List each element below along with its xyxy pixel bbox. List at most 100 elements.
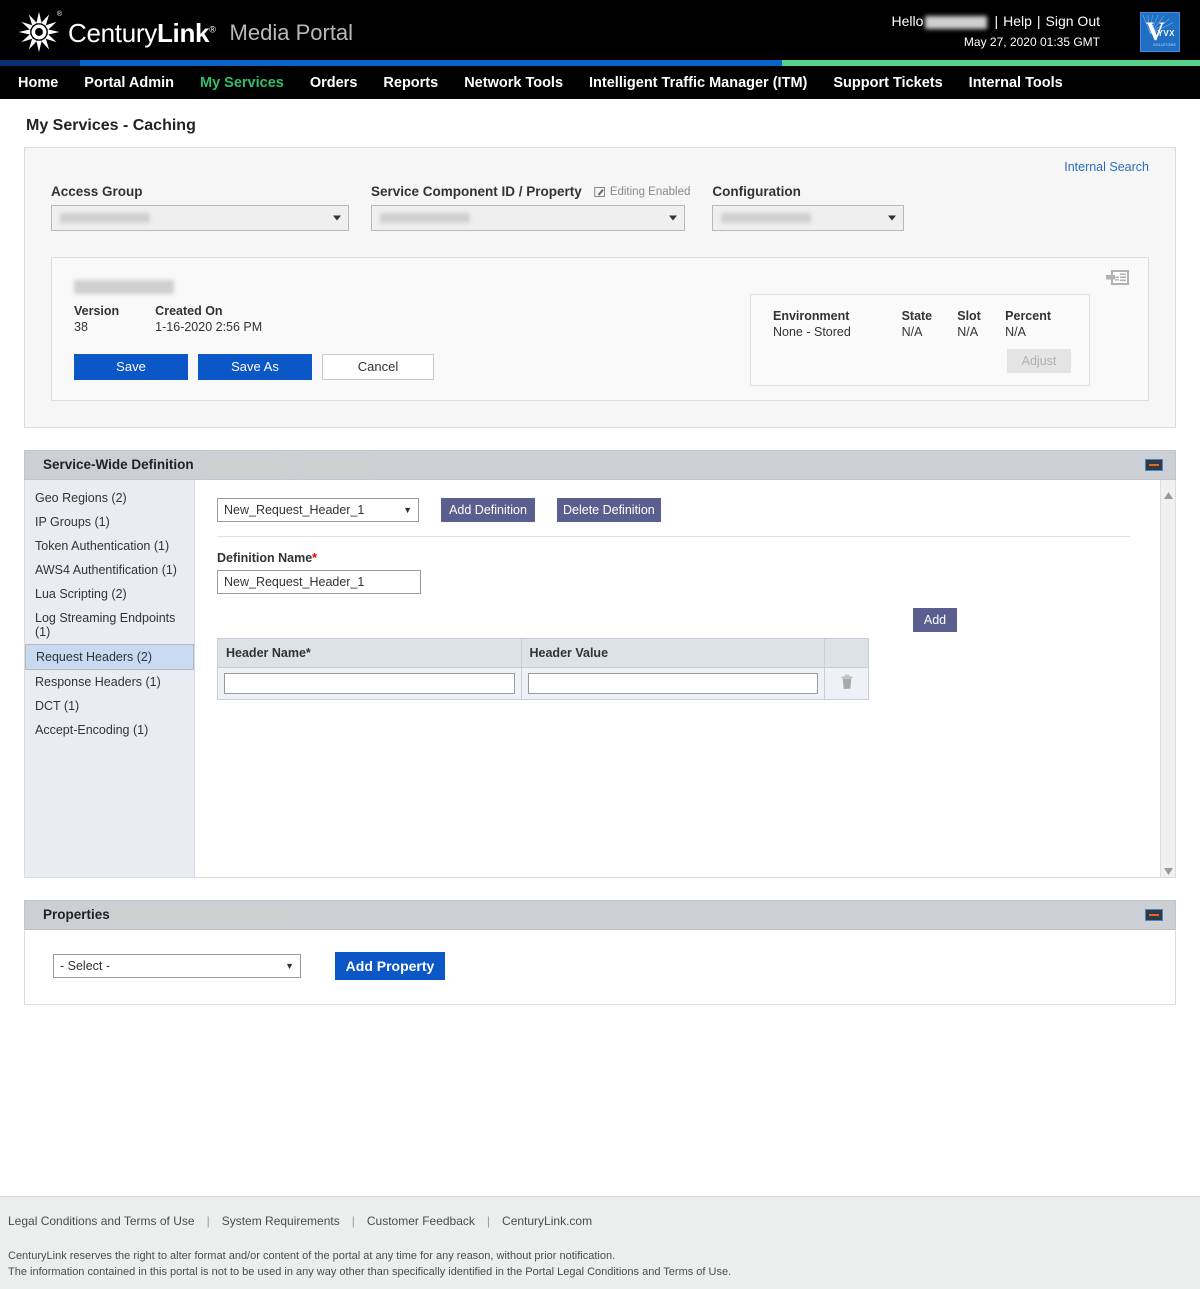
version-block: Version 38 <box>74 304 119 334</box>
service-wide-config-redacted <box>297 458 374 471</box>
save-button[interactable]: Save <box>74 353 188 380</box>
sidebar-item-geo-regions[interactable]: Geo Regions (2) <box>25 486 194 510</box>
footer-divider-1: | <box>206 1214 210 1228</box>
panel-toggle-icon[interactable] <box>1106 268 1130 288</box>
sidebar-item-accept-encoding[interactable]: Accept-Encoding (1) <box>25 718 194 742</box>
nav-item-my-services[interactable]: My Services <box>200 75 284 91</box>
vyvx-yvx-letters: YVX <box>1157 29 1175 38</box>
collapse-section-button[interactable] <box>1145 458 1163 471</box>
service-wide-header[interactable]: Service-Wide Definition <box>24 449 1176 480</box>
cancel-button[interactable]: Cancel <box>322 353 434 380</box>
definition-name-label-text: Definition Name <box>217 550 313 565</box>
column-header-name: Header Name* <box>217 637 522 668</box>
footer-link-customer-feedback[interactable]: Customer Feedback <box>367 1214 475 1228</box>
sign-out-link[interactable]: Sign Out <box>1046 13 1100 29</box>
created-on-block: Created On 1-16-2020 2:56 PM <box>155 304 262 334</box>
sidebar-item-request-headers[interactable]: Request Headers (2) <box>25 643 194 670</box>
nav-item-support-tickets[interactable]: Support Tickets <box>833 75 942 91</box>
environment-row: Environment None - Stored State N/A Slot… <box>773 309 1071 339</box>
properties-section: Properties - Select - ▼ Add Property <box>24 899 1176 1005</box>
environment-block: Environment None - Stored <box>773 309 882 339</box>
definition-toolbar: New_Request_Header_1 ▼ Add Definition De… <box>217 497 1130 522</box>
access-group-select[interactable] <box>51 205 349 231</box>
slot-value: N/A <box>957 325 979 339</box>
editing-enabled-label: Editing Enabled <box>609 185 691 198</box>
footer-links: Legal Conditions and Terms of Use | System… <box>8 1213 1200 1228</box>
page-title: My Services - Caching <box>26 117 196 134</box>
adjust-row: Adjust <box>773 339 1071 373</box>
brand-century-text: Century <box>68 17 157 48</box>
footer-link-legal[interactable]: Legal Conditions and Terms of Use <box>8 1214 195 1228</box>
brand-reg-text: ® <box>209 23 216 34</box>
service-wide-scid-redacted <box>201 458 288 471</box>
environment-box: Environment None - Stored State N/A Slot… <box>750 294 1090 386</box>
configuration-select[interactable] <box>712 205 905 231</box>
service-wide-title: Service-Wide Definition <box>43 457 194 473</box>
delete-definition-button[interactable]: Delete Definition <box>557 497 661 522</box>
scid-label-wrap: Service Component ID / Property Editing … <box>371 184 690 199</box>
configuration-field: Configuration <box>712 184 905 231</box>
sidebar-item-response-headers[interactable]: Response Headers (1) <box>25 670 194 694</box>
sidebar-item-aws4-authentification[interactable]: AWS4 Authentification (1) <box>25 558 194 582</box>
nav-item-home[interactable]: Home <box>18 75 58 91</box>
property-select-value: - Select - <box>60 958 111 973</box>
selector-row: Access Group Service Component ID / Prop… <box>51 166 1149 231</box>
properties-header[interactable]: Properties <box>24 899 1176 930</box>
service-wide-definition-section: Service-Wide Definition Geo Regions (2) … <box>24 449 1176 878</box>
nav-item-reports[interactable]: Reports <box>383 75 438 91</box>
nav-item-itm[interactable]: Intelligent Traffic Manager (ITM) <box>589 75 807 91</box>
scroll-down-arrow-icon[interactable] <box>1164 863 1173 875</box>
properties-title: Properties <box>43 907 110 923</box>
sidebar-item-dct[interactable]: DCT (1) <box>25 694 194 718</box>
access-group-field: Access Group <box>51 184 349 231</box>
add-definition-button[interactable]: Add Definition <box>441 497 535 522</box>
add-button-row: Add <box>217 607 1130 632</box>
chevron-down-icon <box>333 215 341 221</box>
service-card: Internal Search Access Group Service Com… <box>24 147 1176 428</box>
adjust-button[interactable]: Adjust <box>1007 349 1071 373</box>
nav-item-internal-tools[interactable]: Internal Tools <box>969 75 1063 91</box>
sidebar-item-ip-groups[interactable]: IP Groups (1) <box>25 510 194 534</box>
brand-link-text: Link <box>156 17 210 48</box>
table-header-row: Header Name* Header Value <box>217 637 869 668</box>
save-as-button[interactable]: Save As <box>198 353 312 380</box>
header-value-input[interactable] <box>527 672 818 694</box>
collapse-properties-button[interactable] <box>1145 908 1163 921</box>
properties-controls: - Select - ▼ Add Property <box>25 930 445 1004</box>
internal-search-link[interactable]: Internal Search <box>1064 160 1149 174</box>
access-group-label: Access Group <box>51 184 143 199</box>
hello-label: Hello <box>891 13 924 29</box>
scroll-up-arrow-icon[interactable] <box>1164 487 1173 499</box>
chevron-down-icon <box>888 215 897 221</box>
logo-registered-mark: ® <box>56 11 62 18</box>
nav-item-portal-admin[interactable]: Portal Admin <box>84 75 174 91</box>
state-label: State <box>901 309 933 323</box>
sidebar-item-token-authentication[interactable]: Token Authentication (1) <box>25 534 194 558</box>
scid-select[interactable] <box>371 205 685 231</box>
form-scrollbar[interactable] <box>1160 479 1175 877</box>
add-property-button[interactable]: Add Property <box>335 951 445 980</box>
definition-name-input[interactable] <box>217 569 421 594</box>
header-name-input[interactable] <box>224 672 515 694</box>
column-header-name-text: Header Name <box>226 645 306 660</box>
slot-block: Slot N/A <box>957 309 985 339</box>
sidebar-item-log-streaming-endpoints[interactable]: Log Streaming Endpoints (1) <box>25 606 194 644</box>
trash-icon[interactable] <box>840 674 854 690</box>
footer-fine-line-2: The information contained in this portal… <box>8 1266 732 1278</box>
footer-link-centurylink-com[interactable]: CenturyLink.com <box>502 1214 592 1228</box>
properties-body: - Select - ▼ Add Property <box>24 929 1176 1005</box>
property-select[interactable]: - Select - ▼ <box>53 953 301 978</box>
server-datetime: May 27, 2020 01:35 GMT <box>963 35 1100 49</box>
configuration-value-redacted <box>721 213 812 223</box>
nav-item-network-tools[interactable]: Network Tools <box>464 75 563 91</box>
definition-select[interactable]: New_Request_Header_1 ▼ <box>217 497 419 522</box>
add-header-button[interactable]: Add <box>913 607 957 632</box>
table-row <box>217 666 869 700</box>
chevron-down-icon: ▼ <box>285 960 294 971</box>
help-link[interactable]: Help <box>1003 13 1032 29</box>
created-on-value: 1-16-2020 2:56 PM <box>155 319 263 334</box>
divider-1: | <box>994 13 999 29</box>
sidebar-item-lua-scripting[interactable]: Lua Scripting (2) <box>25 582 194 606</box>
footer-link-system-requirements[interactable]: System Requirements <box>222 1214 340 1228</box>
nav-item-orders[interactable]: Orders <box>310 75 358 91</box>
